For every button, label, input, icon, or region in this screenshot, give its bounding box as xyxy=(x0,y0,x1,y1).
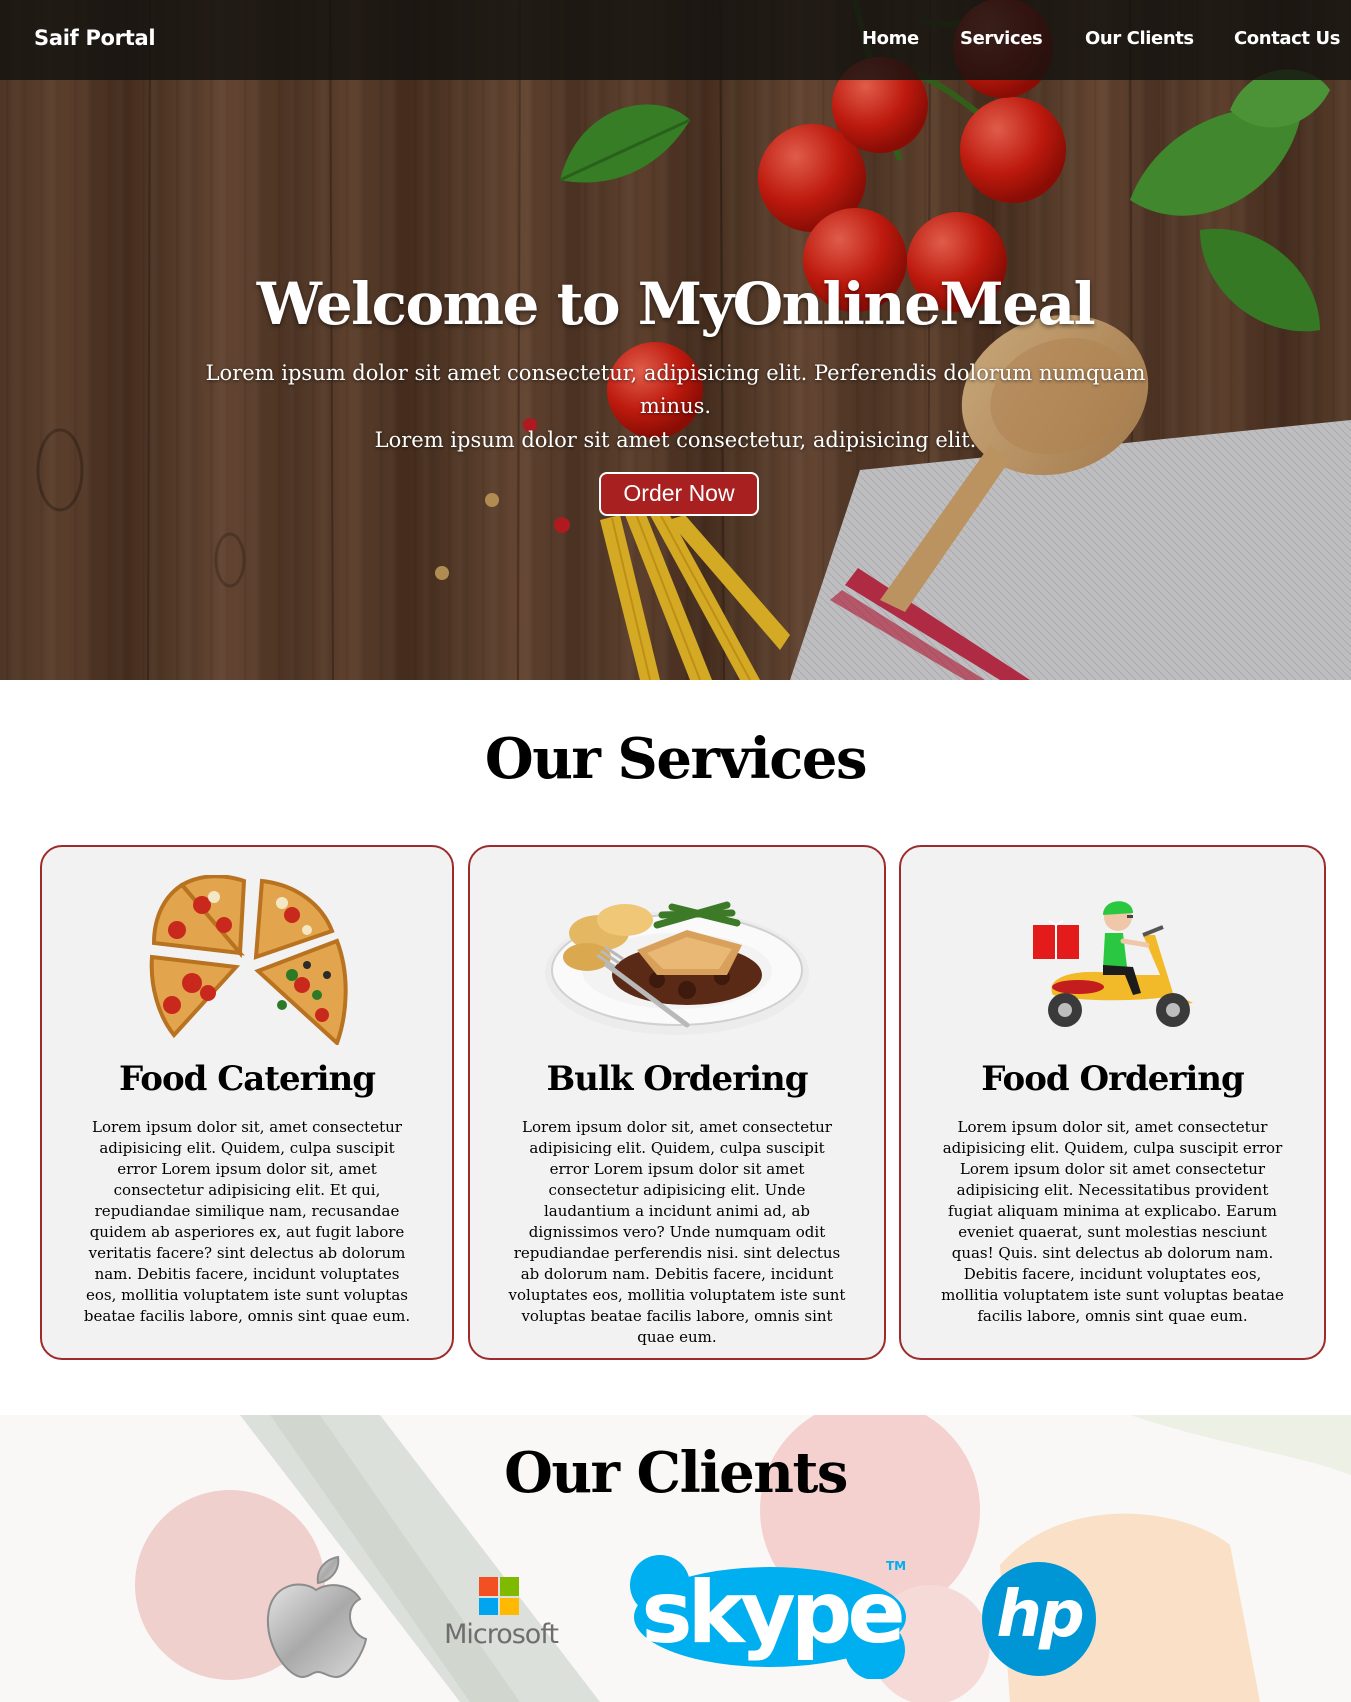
card-description: Lorem ipsum dolor sit, amet consectetur … xyxy=(941,1118,1284,1325)
top-navbar: Saif Portal Home Services Our Clients Co… xyxy=(0,0,1351,80)
apple-logo-icon[interactable] xyxy=(262,1555,370,1680)
card-title: Bulk Ordering xyxy=(546,1059,808,1099)
microsoft-logo-icon[interactable]: Microsoft xyxy=(436,1575,566,1650)
pizza-icon xyxy=(42,875,452,1045)
service-card-food-ordering: Food Ordering Lorem ipsum dolor sit, ame… xyxy=(899,845,1326,1360)
hero-tagline: Lorem ipsum dolor sit amet consectetur, … xyxy=(374,428,977,452)
hero-section: Welcome to MyOnlineMeal Lorem ipsum dolo… xyxy=(0,0,1351,680)
hero-background-image xyxy=(0,0,1351,680)
microsoft-wordmark: Microsoft xyxy=(444,1619,559,1650)
service-card-bulk-ordering: Bulk Ordering Lorem ipsum dolor sit, ame… xyxy=(468,845,886,1360)
hp-wordmark: hp xyxy=(996,1578,1084,1652)
nav-home-link[interactable]: Home xyxy=(862,28,919,49)
skype-wordmark: skype xyxy=(641,1563,905,1663)
nav-contact-link[interactable]: Contact Us xyxy=(1234,28,1340,49)
skype-trademark: TM xyxy=(886,1559,907,1573)
card-description: Lorem ipsum dolor sit, amet consectetur … xyxy=(508,1118,846,1346)
card-title: Food Ordering xyxy=(981,1059,1245,1099)
service-card-food-catering: Food Catering Lorem ipsum dolor sit, ame… xyxy=(40,845,454,1360)
brand-logo[interactable]: Saif Portal xyxy=(34,26,156,50)
skype-logo-icon[interactable]: skype TM xyxy=(630,1555,912,1679)
card-description: Lorem ipsum dolor sit, amet consectetur … xyxy=(83,1118,411,1325)
nav-services-link[interactable]: Services xyxy=(960,28,1043,49)
order-now-button[interactable]: Order Now xyxy=(599,472,759,516)
card-title: Food Catering xyxy=(119,1059,376,1099)
hp-logo-icon[interactable]: hp xyxy=(980,1560,1098,1678)
hero-subtitle: Lorem ipsum dolor sit amet consectetur, … xyxy=(205,361,1146,418)
meal-plate-icon xyxy=(470,875,884,1045)
nav-clients-link[interactable]: Our Clients xyxy=(1085,28,1194,49)
hero-title: Welcome to MyOnlineMeal xyxy=(256,270,1096,338)
clients-title: Our Clients xyxy=(504,1440,848,1506)
services-title: Our Services xyxy=(484,726,868,792)
delivery-scooter-icon xyxy=(901,875,1324,1045)
